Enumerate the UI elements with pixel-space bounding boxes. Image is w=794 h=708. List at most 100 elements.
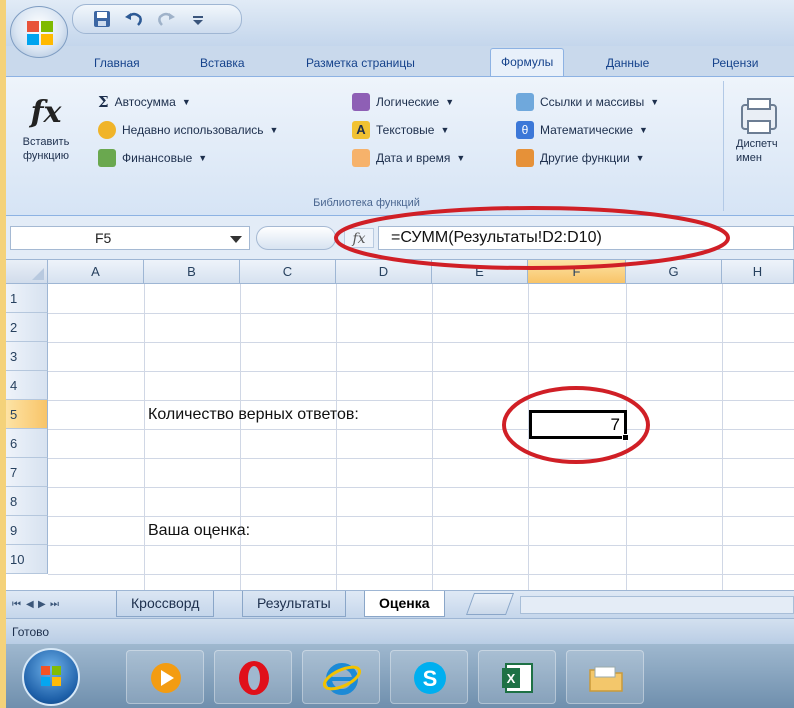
insert-function-button[interactable]: fx Вставить функцию <box>16 91 76 181</box>
column-header-b[interactable]: B <box>144 260 240 284</box>
opera-button[interactable] <box>214 650 292 704</box>
worksheet-grid[interactable]: A B C D E F G H 1 2 3 4 5 6 7 8 9 10 Кол… <box>6 260 794 590</box>
dropdown-arrow-icon: ▼ <box>639 125 648 135</box>
sheet-tab-results[interactable]: Результаты <box>242 591 346 617</box>
financial-button[interactable]: Финансовые ▼ <box>98 147 207 169</box>
tab-data[interactable]: Данные <box>596 50 659 76</box>
row-header-8[interactable]: 8 <box>6 487 48 516</box>
customize-arrow-icon[interactable] <box>187 8 209 30</box>
sheet-tab-crossword[interactable]: Кроссворд <box>116 591 215 617</box>
first-sheet-icon[interactable]: ⏮ <box>12 598 22 612</box>
row-header-6[interactable]: 6 <box>6 429 48 458</box>
windows-logo-icon <box>41 666 61 686</box>
redo-icon[interactable] <box>155 8 177 30</box>
taskbar: S X <box>6 644 794 708</box>
row-header-1[interactable]: 1 <box>6 284 48 313</box>
datetime-button[interactable]: Дата и время ▼ <box>352 147 465 169</box>
column-header-e[interactable]: E <box>432 260 528 284</box>
lookup-label: Ссылки и массивы <box>540 95 645 109</box>
fill-handle[interactable] <box>622 434 629 441</box>
datetime-label: Дата и время <box>376 151 451 165</box>
row-header-3[interactable]: 3 <box>6 342 48 371</box>
row-header-2[interactable]: 2 <box>6 313 48 342</box>
media-player-icon <box>151 663 181 693</box>
lookup-button[interactable]: Ссылки и массивы ▼ <box>516 91 659 113</box>
formula-input[interactable]: =СУММ(Результаты!D2:D10) <box>378 226 794 250</box>
save-icon[interactable] <box>91 8 113 30</box>
undo-icon[interactable] <box>123 8 145 30</box>
column-header-f[interactable]: F <box>528 260 626 284</box>
quick-access-toolbar <box>72 4 242 34</box>
status-text: Готово <box>12 625 50 639</box>
cell-b5[interactable]: Количество верных ответов: <box>148 400 359 429</box>
office-button[interactable] <box>10 6 68 58</box>
star-icon <box>98 121 116 139</box>
name-box[interactable]: F5 <box>10 226 250 250</box>
logical-button[interactable]: Логические ▼ <box>352 91 454 113</box>
logical-label: Логические <box>376 95 440 109</box>
cell-f5-active[interactable]: 7 <box>529 410 627 439</box>
dropdown-arrow-icon: ▼ <box>650 97 660 107</box>
text-label: Текстовые <box>376 123 435 137</box>
fx-icon: fx <box>30 95 62 130</box>
select-all-icon <box>32 268 44 280</box>
internet-explorer-button[interactable] <box>302 650 380 704</box>
formula-bar-divider[interactable] <box>256 226 336 250</box>
cell-b9[interactable]: Ваша оценка: <box>148 516 250 545</box>
row-header-10[interactable]: 10 <box>6 545 48 574</box>
name-manager-icon <box>741 98 777 134</box>
row-header-9[interactable]: 9 <box>6 516 48 545</box>
row-header-7[interactable]: 7 <box>6 458 48 487</box>
insert-function-fx-icon[interactable]: fx <box>344 228 374 248</box>
gridline <box>48 545 794 546</box>
tab-insert[interactable]: Вставка <box>190 50 255 76</box>
file-manager-button[interactable] <box>566 650 644 704</box>
row-header-4[interactable]: 4 <box>6 371 48 400</box>
skype-button[interactable]: S <box>390 650 468 704</box>
dropdown-arrow-icon: ▼ <box>635 153 645 163</box>
gridline <box>48 371 794 372</box>
last-sheet-icon[interactable]: ⏭ <box>50 598 60 612</box>
math-button[interactable]: θ Математические ▼ <box>516 119 648 141</box>
media-player-button[interactable] <box>126 650 204 704</box>
column-header-g[interactable]: G <box>626 260 722 284</box>
gridline <box>48 458 794 459</box>
more-functions-icon <box>516 149 534 167</box>
tab-review[interactable]: Рецензи <box>702 50 768 76</box>
more-label: Другие функции <box>540 151 630 165</box>
sigma-icon: Σ <box>98 93 109 111</box>
prev-sheet-icon[interactable]: ◀ <box>26 598 36 612</box>
more-functions-button[interactable]: Другие функции ▼ <box>516 147 645 169</box>
start-orb-icon[interactable] <box>22 648 80 706</box>
next-sheet-icon[interactable]: ▶ <box>38 598 48 612</box>
tab-home[interactable]: Главная <box>84 50 150 76</box>
column-header-c[interactable]: C <box>240 260 336 284</box>
dropdown-arrow-icon: ▼ <box>269 125 279 135</box>
horizontal-scrollbar[interactable] <box>520 596 794 614</box>
dropdown-arrow-icon: ▼ <box>456 153 466 163</box>
row-header-5[interactable]: 5 <box>6 400 48 429</box>
svg-text:X: X <box>507 671 516 686</box>
excel-icon: X <box>502 663 533 693</box>
ribbon-tabs: Главная Вставка Разметка страницы Формул… <box>66 46 794 77</box>
name-manager-button[interactable]: Диспетч имен <box>728 97 794 187</box>
gridline <box>48 487 794 488</box>
column-header-d[interactable]: D <box>336 260 432 284</box>
select-all-button[interactable] <box>6 260 48 284</box>
name-box-dropdown-icon[interactable] <box>230 236 242 243</box>
sheet-tab-grade[interactable]: Оценка <box>364 591 445 617</box>
text-functions-button[interactable]: A Текстовые ▼ <box>352 119 449 141</box>
tab-formulas[interactable]: Формулы <box>490 48 565 77</box>
insert-sheet-button[interactable] <box>465 593 515 615</box>
autosum-button[interactable]: Σ Автосумма ▼ <box>98 91 191 113</box>
tab-page-layout[interactable]: Разметка страницы <box>296 50 425 76</box>
excel-button[interactable]: X <box>478 650 556 704</box>
formula-bar: F5 fx =СУММ(Результаты!D2:D10) <box>6 216 794 260</box>
gridline <box>48 574 794 575</box>
excel-window: Главная Вставка Разметка страницы Формул… <box>6 0 794 708</box>
gridline <box>48 342 794 343</box>
skype-icon: S <box>414 662 446 694</box>
column-header-h[interactable]: H <box>722 260 794 284</box>
recent-functions-button[interactable]: Недавно использовались ▼ <box>98 119 278 141</box>
column-header-a[interactable]: A <box>48 260 144 284</box>
